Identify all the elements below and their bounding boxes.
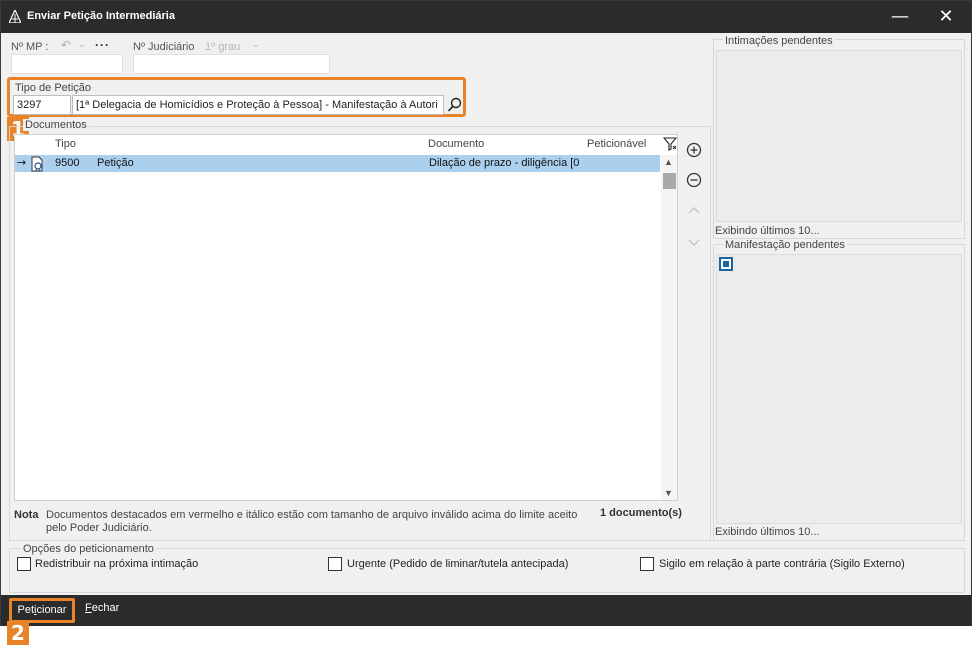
nota-label: Nota — [14, 509, 39, 521]
undo-icon[interactable]: ↶ — [61, 38, 71, 52]
close-button[interactable]: ✕ — [923, 1, 969, 33]
urgente-label[interactable]: Urgente (Pedido de liminar/tutela anteci… — [347, 558, 568, 570]
intimacoes-label: Intimações pendentes — [723, 35, 835, 47]
action-bar: Peticionar Fechar — [1, 595, 971, 626]
chevron-up-icon[interactable] — [685, 202, 703, 220]
manifestacoes-list[interactable] — [716, 254, 962, 524]
chevron-down-icon[interactable] — [685, 233, 703, 251]
intimacoes-footer: Exibindo últimos 10... — [715, 225, 820, 237]
judiciario-label: Nº Judiciário — [133, 41, 195, 53]
peticionar-label-post: cionar — [36, 604, 67, 616]
fechar-mnemonic: F — [85, 602, 92, 614]
documentos-label: Documentos — [23, 119, 89, 131]
redistribuir-label[interactable]: Redistribuir na próxima intimação — [35, 558, 198, 570]
column-header-tipo[interactable]: Tipo — [55, 138, 76, 150]
manifestacoes-label: Manifestação pendentes — [723, 239, 847, 251]
urgente-checkbox[interactable] — [328, 557, 342, 571]
tipo-peticao-description-input[interactable]: [1ª Delegacia de Homicídios e Proteção à… — [72, 95, 444, 115]
fechar-button[interactable]: Fechar — [85, 602, 119, 614]
add-circle-icon[interactable] — [685, 141, 703, 159]
scrollbar-thumb[interactable] — [663, 173, 676, 189]
window-title: Enviar Petição Intermediária — [27, 10, 175, 22]
filter-icon[interactable] — [663, 137, 677, 151]
cell-tipo-code: 9500 — [55, 157, 80, 169]
column-header-peticionavel[interactable]: Peticionável — [587, 138, 646, 150]
title-bar[interactable]: Enviar Petição Intermediária — ✕ — [1, 1, 971, 33]
app-logo-icon — [9, 10, 21, 23]
intimacoes-list[interactable] — [716, 50, 962, 222]
annotation-marker-2: 2 — [7, 621, 29, 645]
tipo-peticao-section: Tipo de Petição 3297 [1ª Delegacia de Ho… — [7, 77, 466, 117]
scroll-down-icon[interactable]: ▼ — [664, 488, 673, 498]
search-icon[interactable] — [447, 96, 463, 114]
mp-dropdown-icon[interactable]: ⌄ — [78, 39, 86, 50]
documents-table[interactable]: Tipo Documento Peticionável → 9500 Petiç… — [14, 134, 678, 501]
opcoes-label: Opções do peticionamento — [21, 543, 156, 555]
redistribuir-checkbox[interactable] — [17, 557, 31, 571]
peticionar-label-pre: Pet — [17, 604, 35, 616]
more-options-button[interactable]: ··· — [95, 38, 110, 52]
minimize-button[interactable]: — — [877, 1, 923, 33]
table-header: Tipo Documento Peticionável — [15, 135, 677, 153]
cell-tipo-name: Petição — [97, 157, 134, 169]
nota-text: Documentos destacados em vermelho e itál… — [46, 509, 578, 534]
document-seal-icon — [31, 156, 43, 172]
scroll-up-icon[interactable]: ▲ — [664, 157, 673, 167]
dialog-window: Enviar Petição Intermediária — ✕ Nº MP :… — [0, 0, 972, 626]
manifestacoes-footer: Exibindo últimos 10... — [715, 526, 820, 538]
column-header-documento[interactable]: Documento — [428, 138, 484, 150]
checkbox-indeterminate-mark — [723, 261, 729, 267]
tipo-peticao-code-input[interactable]: 3297 — [13, 95, 71, 115]
remove-circle-icon[interactable] — [685, 171, 703, 189]
judiciario-number-field[interactable] — [133, 54, 330, 74]
sigilo-label[interactable]: Sigilo em relação à parte contrária (Sig… — [659, 558, 905, 570]
row-indicator-icon: → — [17, 156, 27, 169]
peticionar-button[interactable]: Peticionar — [9, 598, 75, 623]
vertical-scrollbar[interactable]: ▲ ▼ — [661, 155, 677, 500]
cell-documento: Dilação de prazo - diligência [0 — [429, 157, 580, 169]
fechar-label-post: echar — [91, 602, 120, 614]
grau-dropdown-icon[interactable]: ⌄ — [252, 39, 260, 50]
tipo-peticao-label: Tipo de Petição — [15, 82, 92, 94]
manifestacoes-select-all-checkbox[interactable] — [719, 257, 733, 271]
mp-label: Nº MP : — [11, 41, 49, 53]
sigilo-checkbox[interactable] — [640, 557, 654, 571]
table-row[interactable]: → 9500 Petição Dilação de prazo - diligê… — [15, 155, 660, 172]
document-count: 1 documento(s) — [600, 507, 682, 519]
grau-select[interactable]: 1º grau — [205, 41, 240, 53]
mp-number-field[interactable] — [11, 54, 123, 74]
